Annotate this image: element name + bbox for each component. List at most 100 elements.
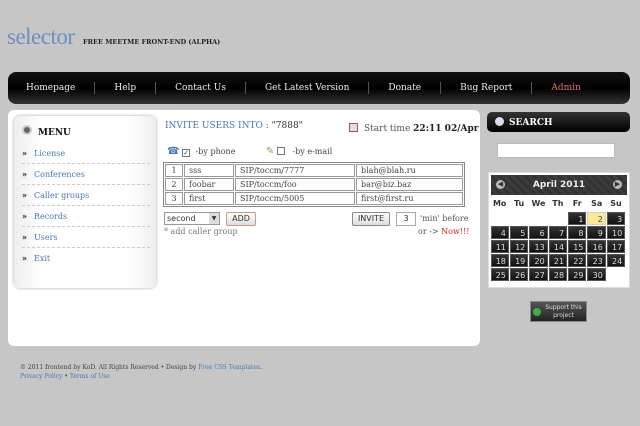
privacy-link[interactable]: Privacy Policy — [20, 373, 62, 380]
search-title: SEARCH — [509, 118, 553, 128]
caller-group-value: second — [167, 214, 196, 223]
by-email-checkbox[interactable] — [276, 147, 285, 155]
user-email: first@first.ru — [356, 192, 463, 205]
sidebar-item-users[interactable]: Users — [22, 228, 150, 248]
by-phone-checkbox[interactable]: ✓ — [182, 149, 191, 157]
search-input[interactable] — [497, 143, 615, 158]
sidebar-item-exit[interactable]: Exit — [22, 249, 150, 269]
design-link[interactable]: Free CSS Templates — [198, 364, 260, 371]
calendar-day[interactable]: 26 — [509, 267, 529, 281]
calendar-empty-cell — [510, 212, 528, 225]
invite-options: ☎ ✓ -by phone ✎ -by e-mail — [167, 146, 332, 157]
chevron-down-icon: ▼ — [209, 213, 219, 224]
sidebar-item-caller-groups[interactable]: Caller groups — [22, 186, 150, 206]
by-phone-label: -by phone — [195, 147, 236, 156]
weekday-header: Tu — [513, 199, 525, 208]
nav-donate[interactable]: Donate — [369, 82, 442, 94]
weekday-header: We — [531, 199, 546, 208]
calendar-day[interactable]: 7 — [548, 225, 568, 239]
start-time: Start time 22:11 02/Apr — [349, 123, 479, 134]
dollar-icon — [533, 308, 541, 316]
sidebar-item-conferences[interactable]: Conferences — [22, 165, 150, 185]
weekday-header: Fr — [572, 199, 582, 208]
tagline: FREE MEETME FRONT-END (ALPHA) — [83, 38, 221, 46]
calendar-day[interactable]: 19 — [509, 253, 529, 267]
calendar-day[interactable]: 3 — [606, 211, 626, 225]
calendar-day[interactable]: 4 — [490, 225, 509, 239]
calendar-day-today[interactable]: 2 — [587, 211, 606, 225]
calendar-day[interactable]: 9 — [587, 225, 606, 239]
prev-month-icon[interactable]: ◀ — [496, 180, 505, 189]
table-row[interactable]: 1 sss SIP/toccm/7777 blah@blah.ru — [165, 164, 463, 177]
add-caller-group-link[interactable]: * add caller group — [164, 227, 238, 236]
nav-get-latest-version[interactable]: Get Latest Version — [246, 82, 370, 94]
menu-title: MENU — [22, 125, 71, 138]
calendar-day[interactable]: 17 — [606, 239, 626, 253]
user-name: first — [184, 192, 234, 205]
user-email: blah@blah.ru — [356, 164, 463, 177]
calendar-day[interactable]: 28 — [548, 267, 568, 281]
user-channel: SIP/toccm/5005 — [235, 192, 355, 205]
user-name: sss — [184, 164, 234, 177]
now-link[interactable]: Now!!! — [441, 227, 469, 236]
support-project-button[interactable]: Support this project — [530, 301, 587, 322]
nav-admin[interactable]: Admin — [532, 82, 599, 94]
footer: © 2011 frontend by KoD. All Rights Reser… — [20, 364, 262, 380]
start-time-label: Start time — [364, 124, 411, 134]
calendar-day[interactable]: 22 — [568, 253, 587, 267]
search-header: SEARCH — [487, 112, 630, 132]
or-now: or -> Now!!! — [418, 227, 469, 236]
user-channel: SIP/toccm/foo — [235, 178, 355, 191]
calendar-day[interactable]: 21 — [548, 253, 568, 267]
calendar-day[interactable]: 5 — [509, 225, 529, 239]
nav-contact-us[interactable]: Contact Us — [156, 82, 246, 94]
calendar-day[interactable]: 27 — [529, 267, 548, 281]
caller-group-select[interactable]: second ▼ — [164, 212, 220, 225]
calendar-day[interactable]: 24 — [606, 253, 626, 267]
nav-homepage[interactable]: Homepage — [8, 82, 96, 94]
table-row[interactable]: 3 first SIP/toccm/5005 first@first.ru — [165, 192, 463, 205]
row-number: 2 — [165, 178, 183, 191]
row-number: 1 — [165, 164, 183, 177]
logo[interactable]: selector — [7, 24, 75, 50]
calendar-day[interactable]: 12 — [509, 239, 529, 253]
calendar-day[interactable]: 29 — [568, 267, 587, 281]
calendar-day[interactable]: 18 — [490, 253, 509, 267]
search-bullet-icon — [495, 117, 504, 126]
calendar-day[interactable]: 20 — [529, 253, 548, 267]
sidebar-item-records[interactable]: Records — [22, 207, 150, 227]
min-before-label: 'min' before — [420, 214, 469, 223]
by-email-label: -by e-mail — [292, 147, 333, 156]
terms-link[interactable]: Terms of Use — [70, 373, 110, 380]
calendar-empty-cell — [491, 212, 509, 225]
weekday-header: Sa — [591, 199, 603, 208]
minutes-input[interactable]: 3 — [396, 212, 416, 226]
invite-button[interactable]: INVITE — [352, 212, 390, 226]
calendar-day[interactable]: 13 — [529, 239, 548, 253]
nav-help[interactable]: Help — [95, 82, 157, 94]
calendar-day[interactable]: 25 — [490, 267, 509, 281]
nav-bug-report[interactable]: Bug Report — [441, 82, 533, 94]
sidebar-item-license[interactable]: License — [22, 144, 150, 164]
calendar-day[interactable]: 8 — [568, 225, 587, 239]
calendar-day[interactable]: 6 — [529, 225, 548, 239]
calendar-icon[interactable] — [349, 123, 358, 132]
calendar-day[interactable]: 1 — [568, 211, 587, 225]
room-number: "7888" — [271, 121, 303, 131]
table-row[interactable]: 2 foobar SIP/toccm/foo bar@biz.baz — [165, 178, 463, 191]
next-month-icon[interactable]: ▶ — [613, 180, 622, 189]
add-button[interactable]: ADD — [226, 212, 256, 226]
calendar-day[interactable]: 11 — [490, 239, 509, 253]
calendar-day[interactable]: 30 — [587, 267, 606, 281]
calendar-day[interactable]: 10 — [606, 225, 626, 239]
weekday-header: Th — [552, 199, 564, 208]
calendar-day[interactable]: 14 — [548, 239, 568, 253]
calendar-day[interactable]: 15 — [568, 239, 587, 253]
calendar-day[interactable]: 16 — [587, 239, 606, 253]
email-icon: ✎ — [265, 146, 275, 157]
support-label: Support this project — [545, 304, 582, 319]
start-time-value: 22:11 02/Apr — [413, 124, 479, 134]
calendar-day[interactable]: 23 — [587, 253, 606, 267]
invite-title-label: INVITE USERS INTO : — [165, 121, 269, 131]
user-name: foobar — [184, 178, 234, 191]
